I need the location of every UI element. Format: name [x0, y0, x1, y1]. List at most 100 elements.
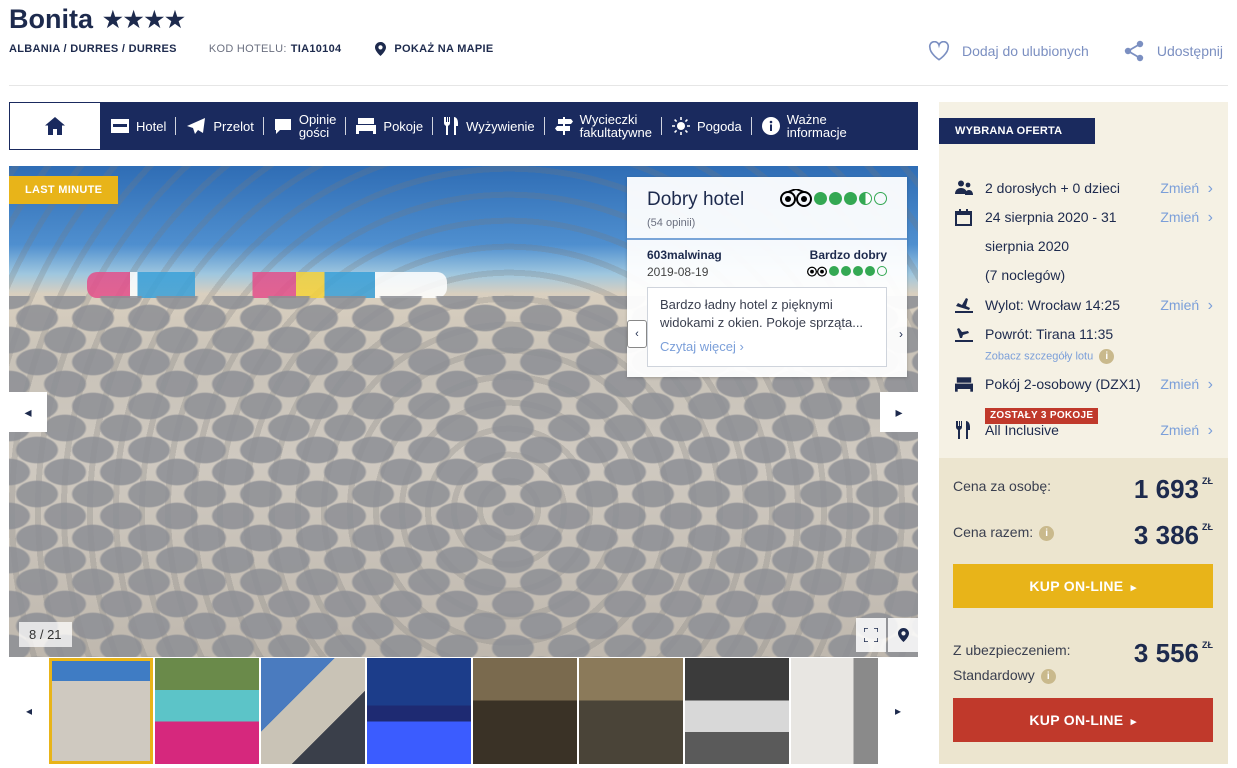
tab-reviews[interactable]: Opinie gości: [264, 102, 347, 150]
fork-knife-icon: [444, 117, 459, 135]
info-icon[interactable]: i: [1040, 668, 1056, 684]
thumbnail-list: [49, 658, 878, 764]
info-icon[interactable]: i: [1039, 525, 1055, 541]
flight-details-label: Zobacz szczegóły lotu: [985, 350, 1094, 363]
fullscreen-button[interactable]: [856, 618, 886, 652]
review-summary: Dobry hotel (54 opinii): [627, 177, 907, 240]
header-actions: Dodaj do ulubionych Udostępnij: [928, 40, 1223, 62]
show-on-map-link[interactable]: POKAŻ NA MAPIE: [375, 42, 493, 56]
tab-rooms[interactable]: Pokoje: [346, 102, 433, 150]
change-flight-link[interactable]: Zmień: [1160, 291, 1213, 320]
price-total-label-wrap: Cena razem: i: [953, 520, 1055, 545]
chevron-left-icon: ‹: [635, 328, 639, 340]
thumbs-next-button[interactable]: ▸: [878, 704, 918, 718]
rating-bubbles: [812, 191, 887, 205]
info-icon[interactable]: i: [1099, 349, 1115, 364]
bed-icon: [356, 118, 377, 134]
gallery-tools: [854, 618, 918, 652]
rating-bubble: [865, 266, 875, 276]
breadcrumb-location[interactable]: ALBANIA / DURRES / DURRES: [9, 43, 177, 55]
thumbnail-lobby[interactable]: [579, 658, 683, 764]
tripadvisor-review-card: Dobry hotel (54 opinii) 603malwinag 2019…: [627, 177, 907, 377]
author-rating-bubbles: [827, 266, 887, 276]
hotel-code: TIA10104: [290, 43, 342, 55]
review-next-button[interactable]: ›: [899, 327, 903, 341]
review-author: 603malwinag: [647, 248, 722, 262]
insurance-label: Z ubezpieczeniem:: [953, 642, 1071, 658]
review-entry: 603malwinag 2019-08-19 Bardzo dobry: [627, 240, 907, 279]
tripadvisor-owl-icon: [780, 189, 812, 207]
add-to-favorites-button[interactable]: Dodaj do ulubionych: [928, 41, 1089, 61]
share-button[interactable]: Udostępnij: [1123, 40, 1223, 62]
price-insured-row: Z ubezpieczeniem: Standardowy i 3 556 ZŁ: [953, 638, 1213, 688]
rating-bubble: [841, 266, 851, 276]
read-more-link[interactable]: Czytaj więcej ›: [660, 338, 874, 356]
currency-label: ZŁ: [1202, 640, 1213, 650]
thumbnail-building[interactable]: [261, 658, 365, 764]
offer-board: All Inclusive Zmień: [955, 416, 1213, 445]
thumbs-prev-button[interactable]: ◂: [9, 704, 49, 718]
hotel-icon: [111, 119, 129, 133]
rating-bubble: [829, 266, 839, 276]
tab-board[interactable]: Wyżywienie: [433, 102, 545, 150]
buy-online-insured-button[interactable]: KUP ON-LINE: [953, 698, 1213, 742]
insurance-type: Standardowy: [953, 667, 1035, 683]
dates-value: 24 sierpnia 2020 - 31 sierpnia 2020: [985, 209, 1117, 254]
tripadvisor-rating: [780, 189, 887, 207]
review-date: 2019-08-19: [647, 265, 709, 279]
tab-hotel[interactable]: Hotel: [101, 102, 177, 150]
offer-panel: WYBRANA OFERTA 2 dorosłych + 0 dzieci Zm…: [939, 102, 1228, 764]
chevron-right-icon: ▸: [894, 704, 902, 718]
add-to-favorites-label: Dodaj do ulubionych: [961, 43, 1089, 59]
heart-icon: [928, 41, 950, 61]
thumbnail-room-2[interactable]: [791, 658, 878, 764]
flight-details-link[interactable]: Zobacz szczegóły lotu i: [985, 349, 1213, 364]
hotel-title: Bonita ★★★★: [9, 4, 186, 35]
change-board-link[interactable]: Zmień: [1160, 416, 1213, 445]
hotel-subheader: ALBANIA / DURRES / DURRES KOD HOTELU: TI…: [9, 42, 494, 56]
price-per-person-value: 1 693 ZŁ: [1134, 474, 1213, 505]
change-dates-link[interactable]: Zmień: [1160, 203, 1213, 290]
tab-weather-label: Pogoda: [696, 118, 742, 134]
photo-map-button[interactable]: [888, 618, 918, 652]
info-icon: [761, 117, 780, 135]
plane-landing-icon: [955, 320, 985, 364]
tab-home[interactable]: [9, 102, 101, 150]
price-total-row: Cena razem: i 3 386 ZŁ: [953, 520, 1213, 551]
currency-label: ZŁ: [1202, 476, 1213, 486]
chevron-left-icon: ◂: [25, 704, 33, 718]
read-more-label: Czytaj więcej: [660, 339, 736, 354]
photo-pedal-boats: [87, 272, 447, 298]
offer-departure: Wylot: Wrocław 14:25 Zmień: [955, 291, 1213, 320]
chevron-left-icon: ◂: [24, 403, 32, 420]
hotel-name: Bonita: [9, 4, 93, 34]
gallery-prev-button[interactable]: ◂: [9, 392, 47, 432]
tab-weather[interactable]: Pogoda: [662, 102, 752, 150]
map-pin-icon: [897, 628, 909, 642]
thumbnail-restaurant[interactable]: [473, 658, 577, 764]
tab-excursions[interactable]: Wycieczki fakultatywne: [545, 102, 663, 150]
tab-flight[interactable]: Przelot: [176, 102, 265, 150]
offer-return: Powrót: Tirana 11:35 Zobacz szczegóły lo…: [955, 320, 1213, 364]
speech-bubble-icon: [274, 118, 291, 134]
selected-offer-tag: WYBRANA OFERTA: [939, 118, 1095, 144]
tab-important-info[interactable]: Ważne informacje: [752, 102, 857, 150]
board-value: All Inclusive: [985, 422, 1059, 438]
thumbnail-room[interactable]: [685, 658, 789, 764]
thumbnail-beach[interactable]: [49, 658, 153, 764]
fork-knife-icon: [955, 416, 985, 445]
show-on-map-label: POKAŻ NA MAPIE: [394, 43, 494, 55]
tab-board-label: Wyżywienie: [466, 118, 535, 134]
travellers-value: 2 dorosłych + 0 dzieci: [985, 180, 1121, 196]
thumbnail-garden-pool[interactable]: [155, 658, 259, 764]
change-travellers-link[interactable]: Zmień: [1160, 174, 1213, 203]
sun-icon: [671, 117, 690, 135]
tab-reviews-label-2: gości: [298, 125, 330, 140]
review-rating-text: Bardzo dobry: [809, 248, 887, 262]
offer-dates: 24 sierpnia 2020 - 31 sierpnia 2020 (7 n…: [955, 203, 1213, 290]
thumbnail-night-pool[interactable]: [367, 658, 471, 764]
buy-online-button[interactable]: KUP ON-LINE: [953, 564, 1213, 608]
gallery-next-button[interactable]: ▸: [880, 392, 918, 432]
review-prev-button[interactable]: ‹: [627, 320, 647, 348]
plane-takeoff-icon: [955, 291, 985, 320]
